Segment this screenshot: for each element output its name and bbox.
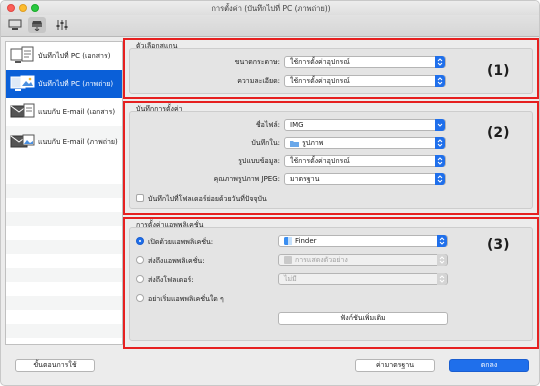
sidebar-stripe bbox=[6, 184, 122, 198]
do-not-start-app-radio[interactable] bbox=[136, 294, 144, 302]
finder-icon bbox=[284, 237, 292, 245]
chevron-updown-icon bbox=[437, 273, 447, 285]
chevron-updown-icon bbox=[435, 56, 445, 68]
preview-app-icon bbox=[284, 256, 292, 264]
chevron-updown-icon bbox=[435, 75, 445, 87]
paper-size-label: ขนาดกระดาษ: bbox=[234, 58, 280, 66]
resolution-value: ใช้การตั้งค่าอุปกรณ์ bbox=[290, 77, 350, 85]
send-to-folder-select[interactable]: ไม่มี bbox=[278, 273, 448, 285]
chevron-updown-icon bbox=[437, 254, 447, 266]
scan-from-panel-tab[interactable] bbox=[28, 17, 46, 33]
paper-size-value: ใช้การตั้งค่าอุปกรณ์ bbox=[290, 58, 350, 66]
do-not-start-app-label: อย่าเริ่มแอพพลิเคชั่นใด ๆ bbox=[148, 295, 224, 303]
scan-options-section: ตัวเลือกสแกน ขนาดกระดาษ: ใช้การตั้งค่าอุ… bbox=[123, 38, 539, 99]
file-name-label: ชื่อไฟล์: bbox=[255, 121, 280, 129]
more-functions-button[interactable]: ฟังก์ชันเพิ่มเติม bbox=[278, 312, 448, 325]
sidebar-stripe bbox=[6, 240, 122, 254]
sidebar-item-email-document[interactable]: แนบกับ E-mail (เอกสาร) bbox=[6, 98, 122, 126]
callout-number: (2) bbox=[487, 125, 510, 141]
save-photo-icon bbox=[10, 75, 35, 91]
toolbar bbox=[1, 15, 539, 37]
save-in-select[interactable]: รูปภาพ bbox=[284, 137, 446, 149]
defaults-button[interactable]: ค่ามาตรฐาน bbox=[355, 359, 435, 372]
sidebar: บันทึกไปที่ PC (เอกสาร) บันทึกไปที่ PC (… bbox=[5, 41, 123, 345]
paper-size-select[interactable]: ใช้การตั้งค่าอุปกรณ์ bbox=[284, 56, 446, 68]
save-in-label: บันทึกใน: bbox=[251, 139, 280, 147]
data-format-label: รูปแบบข้อมูล: bbox=[238, 157, 280, 165]
save-settings-group: บันทึกการตั้งค่า ชื่อไฟล์: IMG บันทึกใน:… bbox=[129, 105, 533, 209]
sidebar-item-save-document[interactable]: บันทึกไปที่ PC (เอกสาร) bbox=[6, 42, 122, 70]
scan-options-group: ตัวเลือกสแกน ขนาดกระดาษ: ใช้การตั้งค่าอุ… bbox=[129, 42, 533, 94]
general-settings-icon bbox=[56, 20, 68, 30]
data-format-select[interactable]: ใช้การตั้งค่าอุปกรณ์ bbox=[284, 155, 446, 167]
scan-from-panel-icon bbox=[32, 21, 42, 31]
chevron-down-icon bbox=[435, 119, 445, 131]
group-title: ตัวเลือกสแกน bbox=[136, 42, 178, 50]
sidebar-item-save-photo[interactable]: บันทึกไปที่ PC (ภาพถ่าย) bbox=[6, 70, 122, 98]
general-settings-tab[interactable] bbox=[53, 17, 71, 33]
subfolder-label: บันทึกไปที่โฟลเดอร์ย่อยด้วยวันที่ปัจจุบั… bbox=[148, 195, 267, 203]
window-title: การตั้งค่า (บันทึกไปที่ PC (ภาพถ่าย)) bbox=[211, 4, 331, 13]
save-settings-section: บันทึกการตั้งค่า ชื่อไฟล์: IMG บันทึกใน:… bbox=[123, 101, 539, 215]
jpeg-quality-label: คุณภาพรูปภาพ JPEG: bbox=[213, 175, 280, 183]
send-to-folder-value: ไม่มี bbox=[284, 275, 297, 283]
sidebar-stripe bbox=[6, 212, 122, 226]
jpeg-quality-select[interactable]: มาตรฐาน bbox=[284, 173, 446, 185]
send-to-app-select[interactable]: การแสดงตัวอย่าง bbox=[278, 254, 448, 266]
folder-icon bbox=[290, 140, 299, 147]
send-to-app-label: ส่งถึงแอพพลิเคชั่น: bbox=[148, 257, 205, 265]
email-photo-icon bbox=[10, 134, 35, 148]
sidebar-stripe bbox=[6, 324, 122, 338]
open-with-app-label: เปิดด้วยแอพพลิเคชั่น: bbox=[148, 238, 214, 246]
data-format-value: ใช้การตั้งค่าอุปกรณ์ bbox=[290, 157, 350, 165]
group-title: การตั้งค่าแอพพลิเคชั่น bbox=[136, 221, 204, 229]
send-to-folder-label: ส่งถึงโฟลเดอร์: bbox=[148, 276, 194, 284]
sidebar-item-label: แนบกับ E-mail (ภาพถ่าย) bbox=[38, 138, 118, 146]
group-title: บันทึกการตั้งค่า bbox=[136, 105, 183, 113]
send-to-app-radio[interactable] bbox=[136, 256, 144, 264]
resolution-label: ความละเอียด: bbox=[237, 77, 280, 85]
title-bar: การตั้งค่า (บันทึกไปที่ PC (ภาพถ่าย)) bbox=[1, 1, 539, 15]
sidebar-item-label: บันทึกไปที่ PC (ภาพถ่าย) bbox=[38, 80, 114, 88]
open-with-app-radio[interactable] bbox=[136, 237, 144, 245]
open-with-app-value: Finder bbox=[295, 237, 317, 245]
callout-number: (1) bbox=[487, 63, 510, 79]
save-document-icon bbox=[10, 46, 34, 63]
send-to-folder-radio[interactable] bbox=[136, 275, 144, 283]
sidebar-item-email-photo[interactable]: แนบกับ E-mail (ภาพถ่าย) bbox=[6, 128, 122, 156]
jpeg-quality-value: มาตรฐาน bbox=[290, 175, 320, 183]
resolution-select[interactable]: ใช้การตั้งค่าอุปกรณ์ bbox=[284, 75, 446, 87]
sidebar-item-label: บันทึกไปที่ PC (เอกสาร) bbox=[38, 52, 111, 60]
chevron-updown-icon bbox=[435, 173, 445, 185]
instructions-button[interactable]: ขั้นตอนการใช้ bbox=[15, 359, 95, 372]
sidebar-stripe bbox=[6, 296, 122, 310]
chevron-updown-icon bbox=[435, 137, 445, 149]
sidebar-stripe bbox=[6, 268, 122, 282]
app-settings-section: การตั้งค่าแอพพลิเคชั่น เปิดด้วยแอพพลิเคช… bbox=[123, 217, 539, 349]
ok-button[interactable]: ตกลง bbox=[449, 359, 529, 372]
subfolder-checkbox[interactable] bbox=[136, 194, 144, 202]
callout-number: (3) bbox=[487, 237, 510, 253]
file-name-value: IMG bbox=[290, 121, 304, 129]
chevron-updown-icon bbox=[435, 155, 445, 167]
open-with-app-select[interactable]: Finder bbox=[278, 235, 448, 247]
send-to-app-value: การแสดงตัวอย่าง bbox=[295, 256, 348, 264]
app-settings-group: การตั้งค่าแอพพลิเคชั่น เปิดด้วยแอพพลิเคช… bbox=[129, 221, 533, 341]
settings-window: การตั้งค่า (บันทึกไปที่ PC (ภาพถ่าย)) บั… bbox=[0, 0, 540, 386]
sidebar-item-label: แนบกับ E-mail (เอกสาร) bbox=[38, 108, 116, 116]
scan-from-computer-tab[interactable] bbox=[6, 17, 24, 33]
email-document-icon bbox=[10, 103, 35, 118]
scan-from-computer-icon bbox=[8, 19, 22, 30]
save-in-value: รูปภาพ bbox=[302, 139, 324, 147]
file-name-select[interactable]: IMG bbox=[284, 119, 446, 131]
chevron-updown-icon bbox=[437, 235, 447, 247]
